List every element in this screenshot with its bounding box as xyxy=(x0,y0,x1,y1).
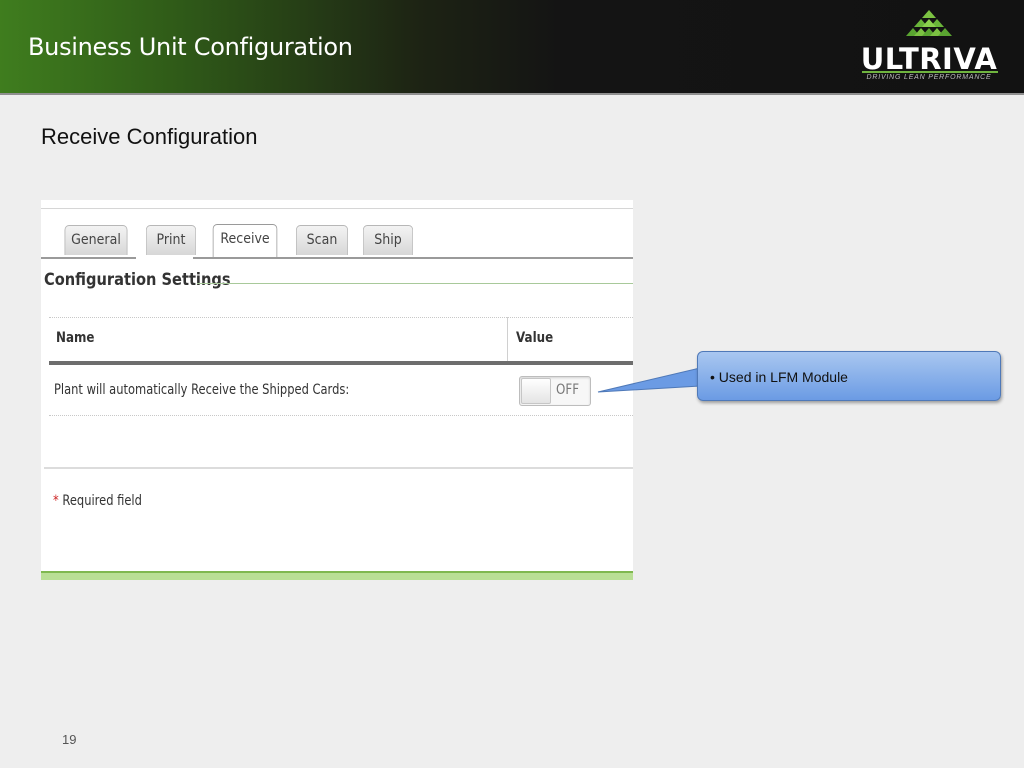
page-number: 19 xyxy=(62,732,77,747)
tab-baseline-left xyxy=(41,257,136,259)
required-field-text: Required field xyxy=(62,493,142,509)
table-row-border xyxy=(49,415,633,416)
table-top-border xyxy=(49,317,633,318)
table-header-bar xyxy=(49,361,633,365)
callout-bullet: • xyxy=(710,369,715,385)
column-header-value: Value xyxy=(516,330,554,346)
configuration-settings-heading: Configuration Settings xyxy=(44,270,231,290)
logo-triangle-icon xyxy=(906,10,952,36)
heading-rule xyxy=(197,283,633,284)
toggle-state-label: OFF xyxy=(556,382,580,398)
tab-print[interactable]: Print xyxy=(145,225,197,255)
tab-ship[interactable]: Ship xyxy=(362,225,414,255)
tab-baseline xyxy=(193,257,633,259)
tab-general[interactable]: General xyxy=(64,225,128,255)
callout-box: • Used in LFM Module xyxy=(697,351,1001,401)
required-field-note: * Required field xyxy=(53,493,142,509)
logo-tagline: DRIVING LEAN PERFORMANCE xyxy=(866,74,992,81)
tab-receive[interactable]: Receive xyxy=(212,224,278,257)
column-separator xyxy=(507,317,508,362)
section-separator xyxy=(44,467,633,469)
panel-top-border xyxy=(41,208,633,209)
toggle-knob[interactable] xyxy=(521,378,551,404)
callout-text: • Used in LFM Module xyxy=(710,369,848,385)
configuration-panel: General Print Receive Scan Ship Configur… xyxy=(41,200,633,580)
callout-label: Used in LFM Module xyxy=(718,369,848,385)
required-asterisk: * xyxy=(53,493,59,509)
auto-receive-label: Plant will automatically Receive the Shi… xyxy=(54,382,350,398)
slide-title: Business Unit Configuration xyxy=(28,33,353,61)
auto-receive-toggle[interactable]: OFF xyxy=(519,376,591,406)
tab-scan[interactable]: Scan xyxy=(295,225,349,255)
column-header-name: Name xyxy=(56,330,95,346)
slide-header: Business Unit Configuration ULTRIVA DRIV… xyxy=(0,0,1024,95)
logo-underline xyxy=(862,71,998,73)
ultriva-logo: ULTRIVA DRIVING LEAN PERFORMANCE xyxy=(858,10,1003,86)
panel-footer-line xyxy=(41,571,633,573)
section-title: Receive Configuration xyxy=(41,124,258,149)
